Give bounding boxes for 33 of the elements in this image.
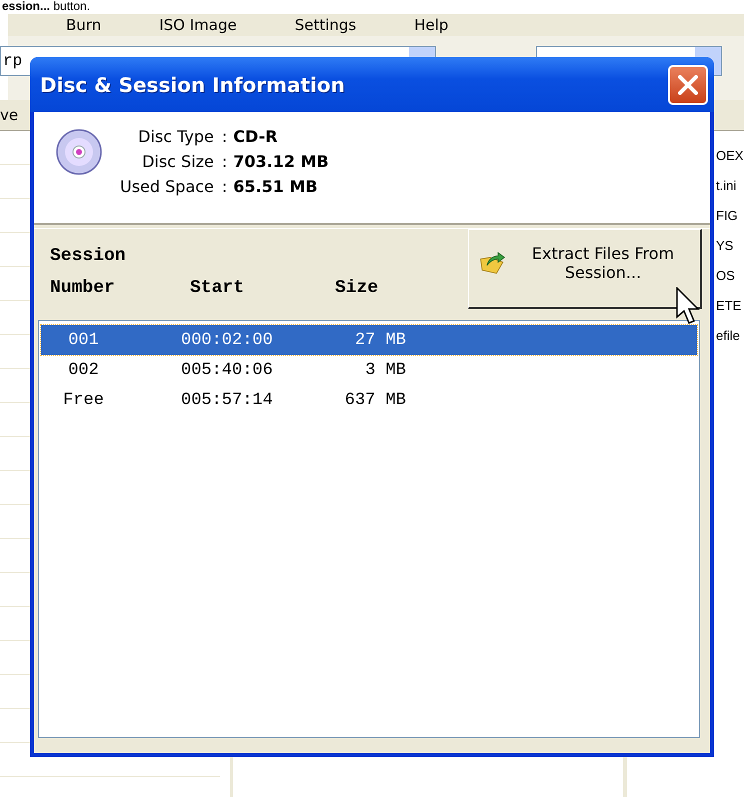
file-name[interactable]: efile (716, 321, 740, 351)
info-value: 65.51 MB (233, 177, 318, 196)
file-name[interactable]: OEX (716, 141, 744, 171)
info-value: 703.12 MB (233, 152, 329, 171)
info-label: Disc Size (141, 152, 214, 171)
file-name[interactable]: ETE (716, 291, 742, 321)
caption-text: ession... button. (1, 0, 92, 14)
menu-item[interactable]: Help (414, 16, 448, 34)
session-row[interactable]: Free 005:57:14 637 MB (41, 385, 697, 415)
disc-icon (56, 129, 102, 175)
column-header: Start (189, 277, 246, 300)
close-icon (677, 74, 699, 96)
info-label: Disc Type (137, 127, 214, 146)
menu-item[interactable]: ISO Image (159, 16, 237, 34)
separator-text: : (222, 127, 228, 146)
file-name[interactable]: FIG (716, 201, 738, 231)
file-name[interactable]: t.ini (716, 171, 736, 201)
separator-text: : (222, 152, 228, 171)
tab[interactable]: ve (0, 106, 18, 124)
extract-files-button[interactable]: Extract Files From Session... (468, 229, 702, 309)
menu-item[interactable]: Burn (66, 16, 102, 34)
menu-item[interactable]: Settings (294, 16, 356, 34)
file-name[interactable]: YS (716, 231, 734, 261)
dialog-title: Disc & Session Information (40, 72, 345, 96)
column-header: Size (335, 277, 380, 300)
column-header: Session Number (50, 245, 127, 300)
file-name[interactable]: OS (716, 261, 735, 291)
close-button[interactable] (668, 64, 708, 104)
session-row[interactable]: 002 005:40:06 3 MB (41, 355, 697, 385)
info-label: Used Space (120, 177, 214, 196)
session-row[interactable]: 001 000:02:00 27 MB (41, 325, 697, 355)
info-value: CD-R (233, 127, 278, 146)
separator-text: : (222, 177, 228, 196)
